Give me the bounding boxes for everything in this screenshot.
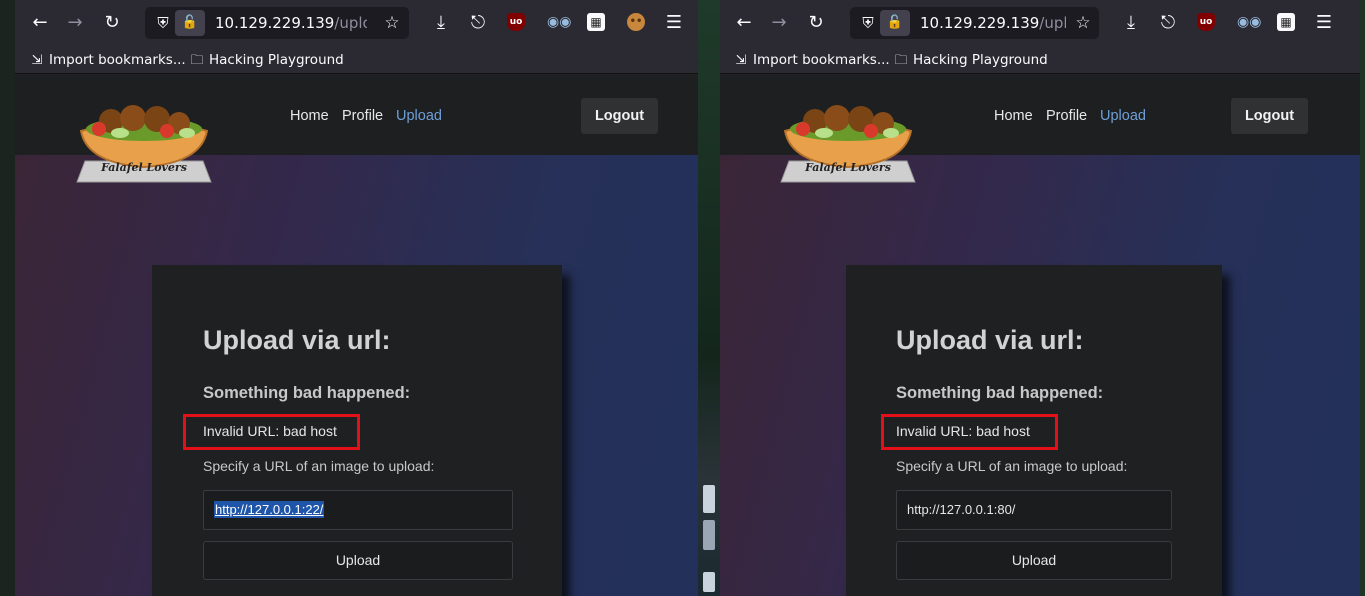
folder-icon: 🗀 [894,53,908,68]
upload-button[interactable]: Upload [203,541,513,580]
lock-icon[interactable]: 🔓 [880,10,910,36]
puzzle-icon[interactable]: ⎋ [466,11,490,35]
error-heading: Something bad happened: [896,384,1104,402]
web-page: Home Profile Upload Logout Falafel Lover… [720,75,1360,596]
nav-profile[interactable]: Profile [1046,108,1087,124]
lock-icon[interactable]: 🔓 [175,10,205,36]
download-icon[interactable]: ⤓ [429,11,453,35]
web-page: Home Profile Upload Logout Falafel Lover… [15,75,698,596]
puzzle-icon[interactable]: ⎋ [1156,11,1180,35]
ublock-origin-icon[interactable]: uo [1197,13,1215,31]
logout-button[interactable]: Logout [581,98,658,134]
star-icon[interactable]: ☆ [1072,12,1094,34]
bookmark-folder[interactable]: 🗀 Hacking Playground [189,46,343,74]
glasses-icon[interactable]: ◉◉ [1237,13,1261,31]
qr-code-icon[interactable]: ▦ [1277,13,1295,31]
desktop-background-gap [698,0,720,596]
browser-toolbar: ← → ↻ ⛨ 🔓 10.129.229.139/upload.p ☆ ⤓ ⎋ … [15,0,698,46]
upload-card: Upload via url: Something bad happened: … [152,265,562,596]
upload-button[interactable]: Upload [896,541,1172,580]
url-text[interactable]: 10.129.229.139/uploac [920,7,1066,39]
desktop-background-left [0,0,15,596]
download-icon[interactable]: ⤓ [1119,11,1143,35]
forward-icon[interactable]: → [63,11,87,35]
upload-card: Upload via url: Something bad happened: … [846,265,1222,596]
bookmark-import[interactable]: ⇲ Import bookmarks... [29,46,186,74]
shield-icon[interactable]: ⛨ [153,12,173,34]
menu-icon[interactable]: ☰ [662,11,686,35]
nav-upload[interactable]: Upload [1100,108,1146,124]
desktop-background-right [1360,0,1365,596]
cookie-icon[interactable]: •• [627,13,645,31]
shield-icon[interactable]: ⛨ [858,12,878,34]
desktop-window-sliver [703,485,715,513]
qr-code-icon[interactable]: ▦ [587,13,605,31]
browser-window-left: ← → ↻ ⛨ 🔓 10.129.229.139/upload.p ☆ ⤓ ⎋ … [15,0,698,596]
reload-icon[interactable]: ↻ [804,11,828,35]
address-bar[interactable]: ⛨ 🔓 10.129.229.139/upload.p ☆ [145,7,409,39]
page-title: Upload via url: [203,325,391,355]
url-input-value[interactable]: http://127.0.0.1:80/ [907,502,1015,517]
nav-home[interactable]: Home [994,108,1033,124]
site-logo[interactable]: Falafel Lovers [75,105,213,183]
browser-toolbar: ← → ↻ ⛨ 🔓 10.129.229.139/uploac ☆ ⤓ ⎋ uo… [720,0,1360,46]
url-input-value[interactable]: http://127.0.0.1:22/ [214,501,325,518]
forward-icon[interactable]: → [767,11,791,35]
star-icon[interactable]: ☆ [381,12,403,34]
url-hint: Specify a URL of an image to upload: [896,458,1128,474]
logo-text: Falafel Lovers [805,161,891,174]
desktop-window-sliver [703,520,715,550]
reload-icon[interactable]: ↻ [100,11,124,35]
url-input[interactable]: http://127.0.0.1:80/ [896,490,1172,530]
url-text[interactable]: 10.129.229.139/upload.p [215,7,367,39]
bookmark-import[interactable]: ⇲ Import bookmarks... [733,46,890,74]
glasses-icon[interactable]: ◉◉ [547,13,571,31]
ublock-origin-icon[interactable]: uo [507,13,525,31]
error-heading: Something bad happened: [203,384,411,402]
nav-profile[interactable]: Profile [342,108,383,124]
import-icon: ⇲ [735,53,747,68]
page-title: Upload via url: [896,325,1084,355]
bookmarks-bar: ⇲ Import bookmarks... 🗀 Hacking Playground [720,46,1360,74]
error-message: Invalid URL: bad host [203,423,337,439]
logo-text: Falafel Lovers [101,161,187,174]
address-bar[interactable]: ⛨ 🔓 10.129.229.139/uploac ☆ [850,7,1099,39]
bookmark-folder[interactable]: 🗀 Hacking Playground [893,46,1047,74]
desktop-window-sliver [703,572,715,592]
menu-icon[interactable]: ☰ [1312,11,1336,35]
bookmarks-bar: ⇲ Import bookmarks... 🗀 Hacking Playground [15,46,698,74]
url-input[interactable]: http://127.0.0.1:22/ [203,490,513,530]
error-message: Invalid URL: bad host [896,423,1030,439]
site-logo[interactable]: Falafel Lovers [779,105,917,183]
nav-upload[interactable]: Upload [396,108,442,124]
url-hint: Specify a URL of an image to upload: [203,458,435,474]
folder-icon: 🗀 [190,53,204,68]
back-icon[interactable]: ← [28,11,52,35]
import-icon: ⇲ [31,53,43,68]
back-icon[interactable]: ← [732,11,756,35]
browser-window-right: ← → ↻ ⛨ 🔓 10.129.229.139/uploac ☆ ⤓ ⎋ uo… [720,0,1360,596]
logout-button[interactable]: Logout [1231,98,1308,134]
nav-home[interactable]: Home [290,108,329,124]
